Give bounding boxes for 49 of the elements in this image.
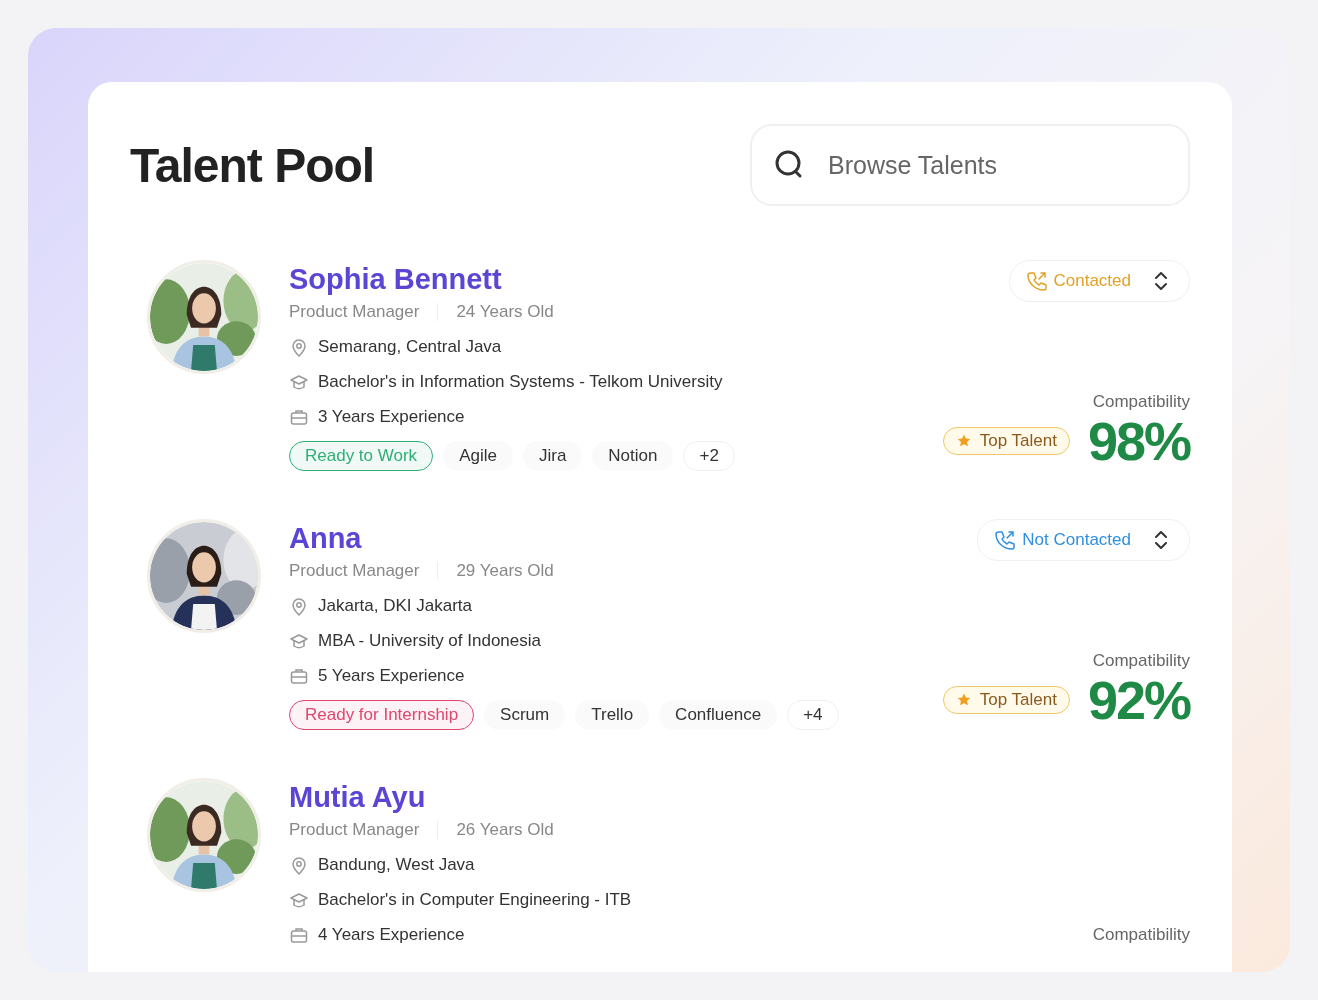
chevron-up-down-icon	[1153, 270, 1169, 292]
compatibility-score: 92%	[1087, 670, 1190, 730]
skill-tag: Confluence	[659, 700, 778, 730]
badge-text: Top Talent	[979, 690, 1057, 711]
phone-icon	[1025, 270, 1048, 292]
skill-tag: Jira	[522, 441, 583, 471]
availability-tag: Ready for Internship	[289, 700, 475, 730]
graduation-cap-icon	[289, 890, 309, 910]
graduation-cap-icon	[289, 372, 309, 392]
badge-text: Top Talent	[979, 431, 1057, 452]
skill-tag: Trello	[575, 700, 650, 730]
pin-icon	[289, 855, 309, 875]
job-title: Product Manager	[289, 561, 420, 581]
compatibility-label: Compatibility	[1092, 650, 1190, 671]
graduation-cap-icon	[289, 631, 309, 651]
search-field[interactable]: Browse Talents	[750, 124, 1190, 206]
education-text: Bachelor's in Computer Engineering - ITB	[318, 890, 632, 910]
education-text: MBA - University of Indonesia	[318, 631, 541, 651]
location-text: Bandung, West Java	[318, 855, 475, 875]
experience-text: 5 Years Experience	[318, 666, 465, 686]
talent-name: Mutia Ayu	[289, 781, 427, 814]
chevron-up-down-icon	[1153, 529, 1169, 551]
pin-icon	[289, 337, 309, 357]
skill-tag: Notion	[592, 441, 674, 471]
compatibility-label: Compatibility	[1092, 391, 1190, 412]
page-title: Talent Pool	[130, 137, 375, 193]
phone-icon	[994, 529, 1017, 551]
contact-status-dropdown[interactable]: Not Contacted	[977, 519, 1190, 561]
compatibility-score: 98%	[1087, 411, 1190, 471]
pin-icon	[289, 596, 309, 616]
talent-name: Sophia Bennett	[289, 263, 503, 296]
job-title: Product Manager	[289, 302, 420, 322]
job-title: Product Manager	[289, 820, 420, 840]
location-text: Semarang, Central Java	[318, 337, 502, 357]
age-text: 26 Years Old	[456, 820, 554, 840]
briefcase-icon	[289, 666, 309, 686]
experience-text: 3 Years Experience	[318, 407, 465, 427]
education-text: Bachelor's in Information Systems - Telkom University	[318, 372, 723, 392]
age-text: 29 Years Old	[456, 561, 554, 581]
location-text: Jakarta, DKI Jakarta	[318, 596, 472, 616]
talent-name: Anna	[289, 522, 363, 555]
availability-tag: Ready to Work	[289, 441, 434, 471]
briefcase-icon	[289, 407, 309, 427]
age-text: 24 Years Old	[456, 302, 554, 322]
skill-tag: Agile	[443, 441, 513, 471]
experience-text: 4 Years Experience	[318, 925, 465, 945]
briefcase-icon	[289, 925, 309, 945]
compatibility-label: Compatibility	[1092, 925, 1190, 945]
skill-tag: Scrum	[484, 700, 566, 730]
